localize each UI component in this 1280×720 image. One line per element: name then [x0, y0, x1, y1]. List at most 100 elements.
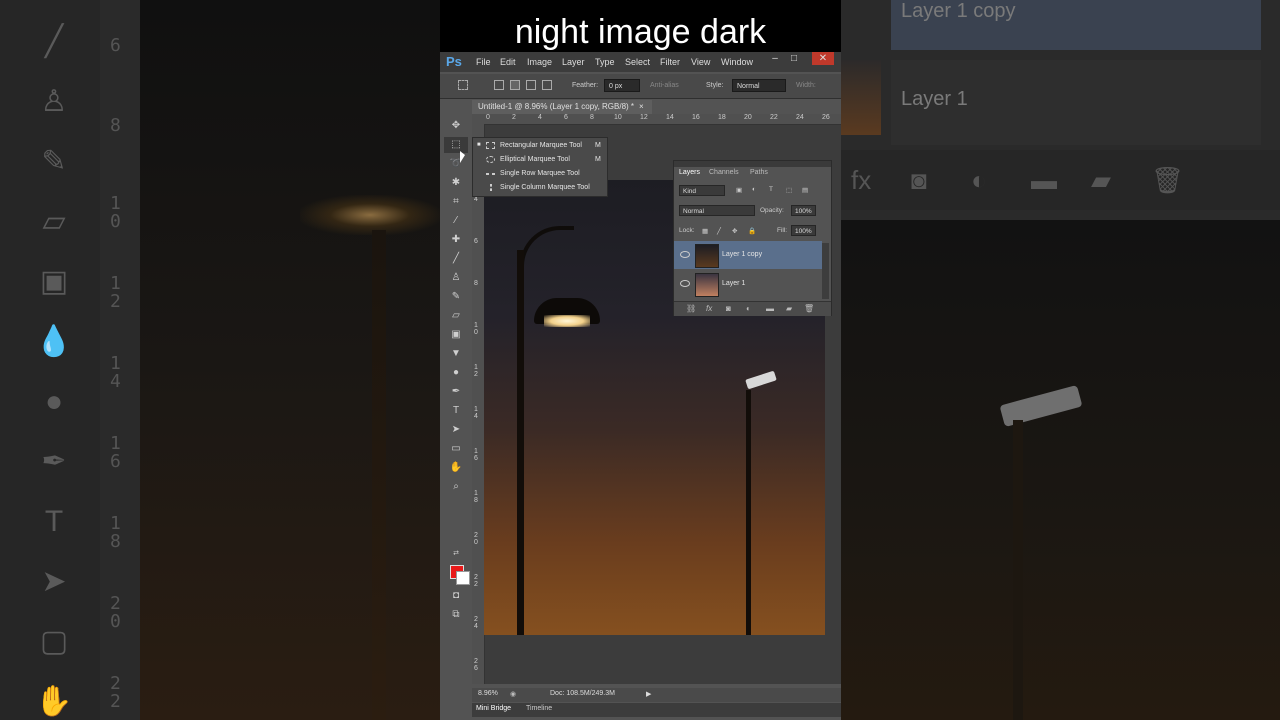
fx-icon[interactable]: fx — [706, 304, 712, 313]
menu-select[interactable]: Select — [625, 57, 650, 67]
kind-filter-select[interactable]: Kind — [679, 185, 725, 196]
screen-mode-icon[interactable]: ⧉ — [444, 607, 468, 623]
filter-pixel-icon[interactable]: ▣ — [736, 186, 742, 194]
healing-icon[interactable]: ✚ — [444, 232, 468, 248]
mask-icon[interactable]: ◙ — [726, 304, 731, 313]
gradient-icon[interactable]: ▣ — [444, 327, 468, 343]
link-icon[interactable]: ⛓ — [686, 304, 696, 313]
filter-type-icon[interactable]: T — [769, 186, 773, 193]
background-layer-label: Layer 1 copy — [901, 0, 1016, 22]
tab-mini-bridge[interactable]: Mini Bridge — [476, 705, 511, 712]
style-select[interactable]: Normal — [732, 79, 786, 92]
blend-mode-select[interactable]: Normal — [679, 205, 755, 216]
swap-colors-icon[interactable]: ⇄ — [444, 546, 468, 562]
lock-pixels-icon[interactable]: ╱ — [717, 227, 721, 235]
tab-timeline[interactable]: Timeline — [526, 705, 552, 712]
crop-icon[interactable]: ⌗ — [444, 194, 468, 210]
ruler-number: 1 2 — [110, 273, 121, 312]
fill-input[interactable]: 100% — [791, 225, 816, 236]
stamp-icon[interactable]: ♙ — [444, 270, 468, 286]
status-info-icon[interactable]: ◉ — [510, 690, 516, 698]
shape-icon[interactable]: ▭ — [444, 441, 468, 457]
zoom-level[interactable]: 8.96% — [478, 690, 498, 697]
tab-paths[interactable]: Paths — [750, 169, 768, 176]
lock-all-icon[interactable]: 🔒 — [748, 227, 756, 235]
panel-titlebar[interactable] — [674, 161, 831, 167]
opacity-input[interactable]: 100% — [791, 205, 816, 216]
quick-select-icon[interactable]: ✱ — [444, 175, 468, 191]
add-selection-icon[interactable] — [510, 80, 520, 90]
new-layer-icon[interactable]: ▰ — [786, 304, 792, 313]
status-arrow-icon[interactable]: ▶ — [646, 690, 651, 698]
menu-item-label: Rectangular Marquee Tool — [500, 142, 582, 149]
ruler-tick: 4 — [474, 196, 478, 203]
bottom-panel-tabs: Mini Bridge Timeline — [472, 703, 841, 717]
group-folder-icon[interactable]: ▬ — [766, 304, 774, 313]
quick-mask-icon[interactable]: ◘ — [444, 588, 468, 604]
zoom-icon[interactable]: ⌕ — [444, 479, 468, 495]
layer-row-layer-1[interactable]: Layer 1 — [674, 270, 822, 298]
menu-file[interactable]: File — [476, 57, 491, 67]
new-selection-icon[interactable] — [494, 80, 504, 90]
maximize-button[interactable]: □ — [785, 52, 803, 65]
adjustment-layer-icon[interactable]: ◐ — [746, 304, 751, 313]
tab-channels[interactable]: Channels — [709, 169, 739, 176]
photoshop-window: Ps File Edit Image Layer Type Select Fil… — [440, 52, 841, 720]
menu-type[interactable]: Type — [595, 57, 615, 67]
elliptical-marquee-item[interactable]: Elliptical Marquee Tool M — [473, 153, 607, 166]
path-select-icon: ➤ — [41, 565, 67, 598]
filter-smart-icon[interactable]: ▤ — [802, 186, 808, 194]
ruler-tick: 18 — [718, 114, 726, 121]
menu-image[interactable]: Image — [527, 57, 552, 67]
background-scene — [140, 0, 440, 720]
background-color-swatch[interactable] — [456, 571, 470, 585]
eyedropper-icon[interactable]: ⁄ — [444, 213, 468, 229]
pen-icon[interactable]: ✒ — [444, 384, 468, 400]
filter-adjust-icon[interactable]: ◐ — [752, 186, 756, 193]
menu-filter[interactable]: Filter — [660, 57, 680, 67]
ruler-number: 1 0 — [110, 193, 121, 232]
ruler-number: 2 0 — [110, 593, 121, 632]
menu-window[interactable]: Window — [721, 57, 753, 67]
path-select-icon[interactable]: ➤ — [444, 422, 468, 438]
minimize-button[interactable]: – — [766, 52, 784, 65]
visibility-eye-icon[interactable] — [680, 280, 690, 287]
trash-icon[interactable]: 🗑 — [804, 304, 814, 313]
layer-row-layer-1-copy[interactable]: Layer 1 copy — [674, 241, 822, 269]
rectangular-marquee-item[interactable]: ■ Rectangular Marquee Tool M — [473, 139, 607, 152]
folder-icon: ▬ — [1031, 165, 1057, 195]
history-brush-icon[interactable]: ✎ — [444, 289, 468, 305]
blur-icon[interactable]: ▼ — [444, 346, 468, 362]
ruler-number: 1 4 — [110, 353, 121, 392]
visibility-eye-icon[interactable] — [680, 251, 690, 258]
lock-position-icon[interactable]: ✥ — [732, 227, 737, 235]
intersect-selection-icon[interactable] — [542, 80, 552, 90]
subtract-selection-icon[interactable] — [526, 80, 536, 90]
menu-edit[interactable]: Edit — [500, 57, 516, 67]
document-close-icon[interactable]: × — [639, 100, 644, 114]
antialias-checkbox[interactable]: Anti-alias — [650, 82, 679, 89]
gradient-icon: ▣ — [39, 265, 69, 298]
brush-icon: ╱ — [44, 25, 64, 58]
move-icon[interactable]: ✥ — [444, 118, 468, 134]
trash-icon: 🗑 — [1151, 165, 1185, 195]
ruler-number: 1 8 — [110, 513, 121, 552]
feather-input[interactable]: 0 px — [604, 79, 640, 92]
menu-layer[interactable]: Layer — [562, 57, 585, 67]
tab-layers[interactable]: Layers — [679, 169, 700, 176]
close-button[interactable]: ✕ — [812, 52, 834, 65]
dodge-icon[interactable]: ● — [444, 365, 468, 381]
layers-scrollbar[interactable] — [822, 243, 829, 299]
single-row-marquee-item[interactable]: Single Row Marquee Tool — [473, 167, 607, 180]
marquee-preset-icon[interactable] — [458, 80, 468, 90]
type-icon[interactable]: T — [444, 403, 468, 419]
single-column-marquee-item[interactable]: Single Column Marquee Tool — [473, 181, 607, 194]
hand-icon[interactable]: ✋ — [444, 460, 468, 476]
lock-transparent-icon[interactable]: ▦ — [702, 227, 708, 235]
fill-label: Fill: — [777, 227, 788, 234]
brush-icon[interactable]: ╱ — [444, 251, 468, 267]
document-tab[interactable]: Untitled-1 @ 8.96% (Layer 1 copy, RGB/8)… — [472, 100, 652, 114]
eraser-icon[interactable]: ▱ — [444, 308, 468, 324]
menu-view[interactable]: View — [691, 57, 710, 67]
filter-shape-icon[interactable]: ⬚ — [786, 186, 792, 194]
